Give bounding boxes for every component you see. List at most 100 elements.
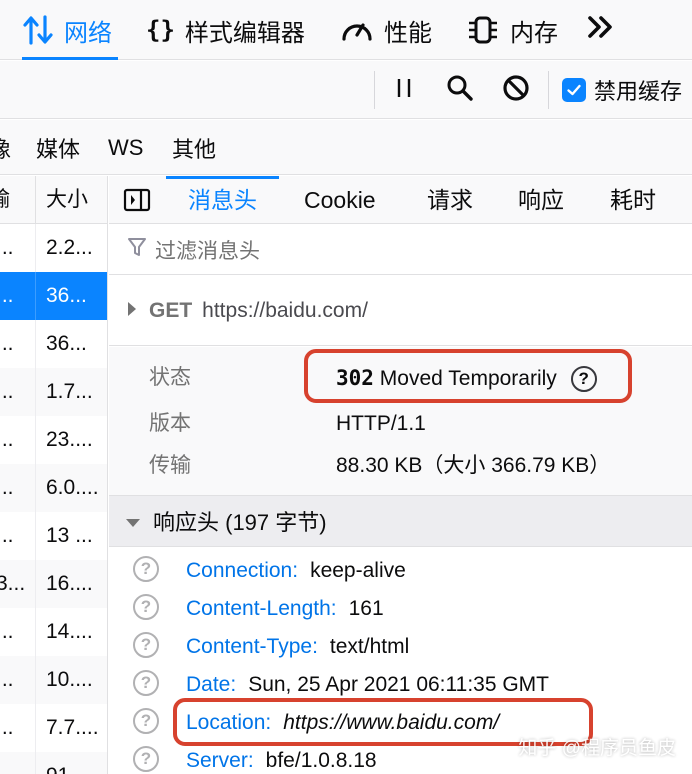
- type-filter-other[interactable]: 其他: [172, 120, 216, 175]
- help-icon[interactable]: ?: [133, 632, 159, 658]
- network-arrows-icon: [22, 15, 54, 45]
- help-icon[interactable]: ?: [133, 670, 159, 696]
- help-icon[interactable]: ?: [133, 746, 159, 772]
- network-toolbar: 禁用缓存: [0, 61, 692, 119]
- column-divider: [35, 416, 36, 464]
- header-name: Connection:: [186, 559, 299, 582]
- status-value: 302 Moved Temporarily ?: [336, 357, 597, 400]
- type-filter-media[interactable]: 媒体: [36, 120, 80, 175]
- tab-response[interactable]: 响应: [518, 176, 564, 224]
- request-line[interactable]: GET https://baidu.com/: [109, 276, 692, 346]
- type-filter-images[interactable]: 像: [0, 120, 11, 175]
- more-tools-button[interactable]: [586, 0, 616, 60]
- request-size: 36...: [46, 284, 87, 307]
- details-tabs: 消息头 Cookie 请求 响应 耗时: [109, 176, 692, 224]
- header-name: Content-Type:: [186, 635, 318, 658]
- tab-style-editor[interactable]: {} 样式编辑器: [146, 0, 305, 60]
- transfer-row: 传输 88.30 KB（大小 366.79 KB）: [109, 445, 692, 487]
- status-code: 302: [336, 366, 374, 390]
- help-icon[interactable]: ?: [133, 708, 159, 734]
- search-button[interactable]: [440, 61, 480, 119]
- version-label: 版本: [149, 412, 191, 435]
- tab-network[interactable]: 网络: [22, 0, 118, 60]
- request-transferred: ...: [0, 428, 14, 451]
- column-divider: [35, 512, 36, 560]
- braces-icon: {}: [146, 16, 175, 44]
- request-row[interactable]: 3... 16....: [0, 560, 107, 608]
- header-row[interactable]: ? Content-Length: 161: [109, 590, 692, 628]
- disable-cache-label: 禁用缓存: [594, 79, 683, 104]
- help-icon[interactable]: ?: [570, 366, 597, 393]
- header-row[interactable]: ? Date: Sun, 25 Apr 2021 06:11:35 GMT: [109, 666, 692, 704]
- collapse-triangle-icon: [125, 508, 153, 534]
- column-transferred[interactable]: 输: [0, 176, 10, 224]
- request-row[interactable]: ... 36...: [0, 320, 107, 368]
- request-row[interactable]: ... 2.2...: [0, 224, 107, 272]
- type-filter-bar: 像 媒体 WS 其他: [0, 120, 692, 175]
- disable-cache-toggle[interactable]: 禁用缓存: [562, 61, 682, 119]
- filter-headers-input[interactable]: 过滤消息头: [109, 225, 692, 275]
- request-transferred: ...: [0, 524, 14, 547]
- header-row[interactable]: ? Content-Type: text/html: [109, 628, 692, 666]
- tab-request[interactable]: 请求: [427, 176, 473, 224]
- request-size: 6.0....: [46, 476, 99, 499]
- tab-headers[interactable]: 消息头: [166, 176, 279, 224]
- tab-timings[interactable]: 耗时: [610, 176, 656, 224]
- tab-memory-label: 内存: [510, 19, 558, 47]
- request-list: 输 大小 ... 2.2...... 36...... 36...... 1.7....…: [0, 176, 108, 774]
- toggle-sidebar-icon[interactable]: [123, 188, 151, 217]
- type-filter-ws[interactable]: WS: [108, 120, 143, 175]
- request-url: https://baidu.com/: [202, 298, 368, 322]
- request-row[interactable]: ... 6.0....: [0, 464, 107, 512]
- help-icon[interactable]: ?: [133, 594, 159, 620]
- version-value: HTTP/1.1: [336, 412, 426, 435]
- request-size: 13 ...: [46, 524, 93, 547]
- request-row[interactable]: ... 10....: [0, 656, 107, 704]
- request-row[interactable]: ... 1.7...: [0, 368, 107, 416]
- request-row[interactable]: 91: [0, 752, 107, 774]
- header-value: Sun, 25 Apr 2021 06:11:35 GMT: [248, 673, 549, 696]
- column-divider: [35, 224, 36, 272]
- status-label: 状态: [149, 366, 191, 389]
- header-value: bfe/1.0.8.18: [265, 749, 377, 772]
- request-transferred: ...: [0, 332, 14, 355]
- devtools-toolbar: 网络 {} 样式编辑器 性能 内存: [0, 0, 692, 60]
- request-size: 7.7....: [46, 716, 99, 739]
- expand-triangle-icon: [127, 299, 137, 323]
- response-headers-section[interactable]: 响应头 (197 字节): [109, 495, 692, 547]
- clear-button[interactable]: [496, 61, 536, 119]
- tab-performance-label: 性能: [384, 19, 432, 47]
- transfer-value: 88.30 KB（大小 366.79 KB）: [336, 454, 611, 477]
- request-size: 16....: [46, 572, 93, 595]
- help-icon[interactable]: ?: [133, 556, 159, 582]
- request-row[interactable]: ... 7.7....: [0, 704, 107, 752]
- version-row: 版本 HTTP/1.1: [109, 403, 692, 445]
- request-transferred: ...: [0, 284, 14, 307]
- column-divider: [35, 752, 36, 774]
- header-name: Server:: [186, 749, 254, 772]
- request-row[interactable]: ... 13 ...: [0, 512, 107, 560]
- request-row[interactable]: ... 23....: [0, 416, 107, 464]
- header-name: Content-Length:: [186, 597, 337, 620]
- details-panel: 消息头 Cookie 请求 响应 耗时 过滤消息头 GET https://ba…: [109, 176, 692, 774]
- pause-button[interactable]: [384, 61, 424, 119]
- request-transferred: ...: [0, 380, 14, 403]
- response-summary: 状态 302 Moved Temporarily ? 版本 HTTP/1.1 传…: [109, 347, 692, 495]
- tab-performance[interactable]: 性能: [340, 0, 432, 60]
- request-method: GET: [149, 298, 193, 322]
- header-name: Date:: [186, 673, 237, 696]
- request-transferred: ...: [0, 668, 14, 691]
- filter-headers-placeholder: 过滤消息头: [155, 239, 260, 263]
- disable-cache-checkbox[interactable]: [562, 78, 586, 102]
- tab-memory[interactable]: 内存: [466, 0, 558, 60]
- header-row[interactable]: ? Connection: keep-alive: [109, 552, 692, 590]
- block-icon: [502, 74, 530, 107]
- request-size: 10....: [46, 668, 93, 691]
- response-headers-title: 响应头 (197 字节): [153, 510, 327, 535]
- request-row[interactable]: ... 14....: [0, 608, 107, 656]
- request-transferred: ...: [0, 236, 14, 259]
- request-row[interactable]: ... 36...: [0, 272, 107, 320]
- request-transferred: [0, 752, 31, 774]
- tab-cookie[interactable]: Cookie: [304, 176, 376, 224]
- column-size[interactable]: 大小: [46, 176, 88, 224]
